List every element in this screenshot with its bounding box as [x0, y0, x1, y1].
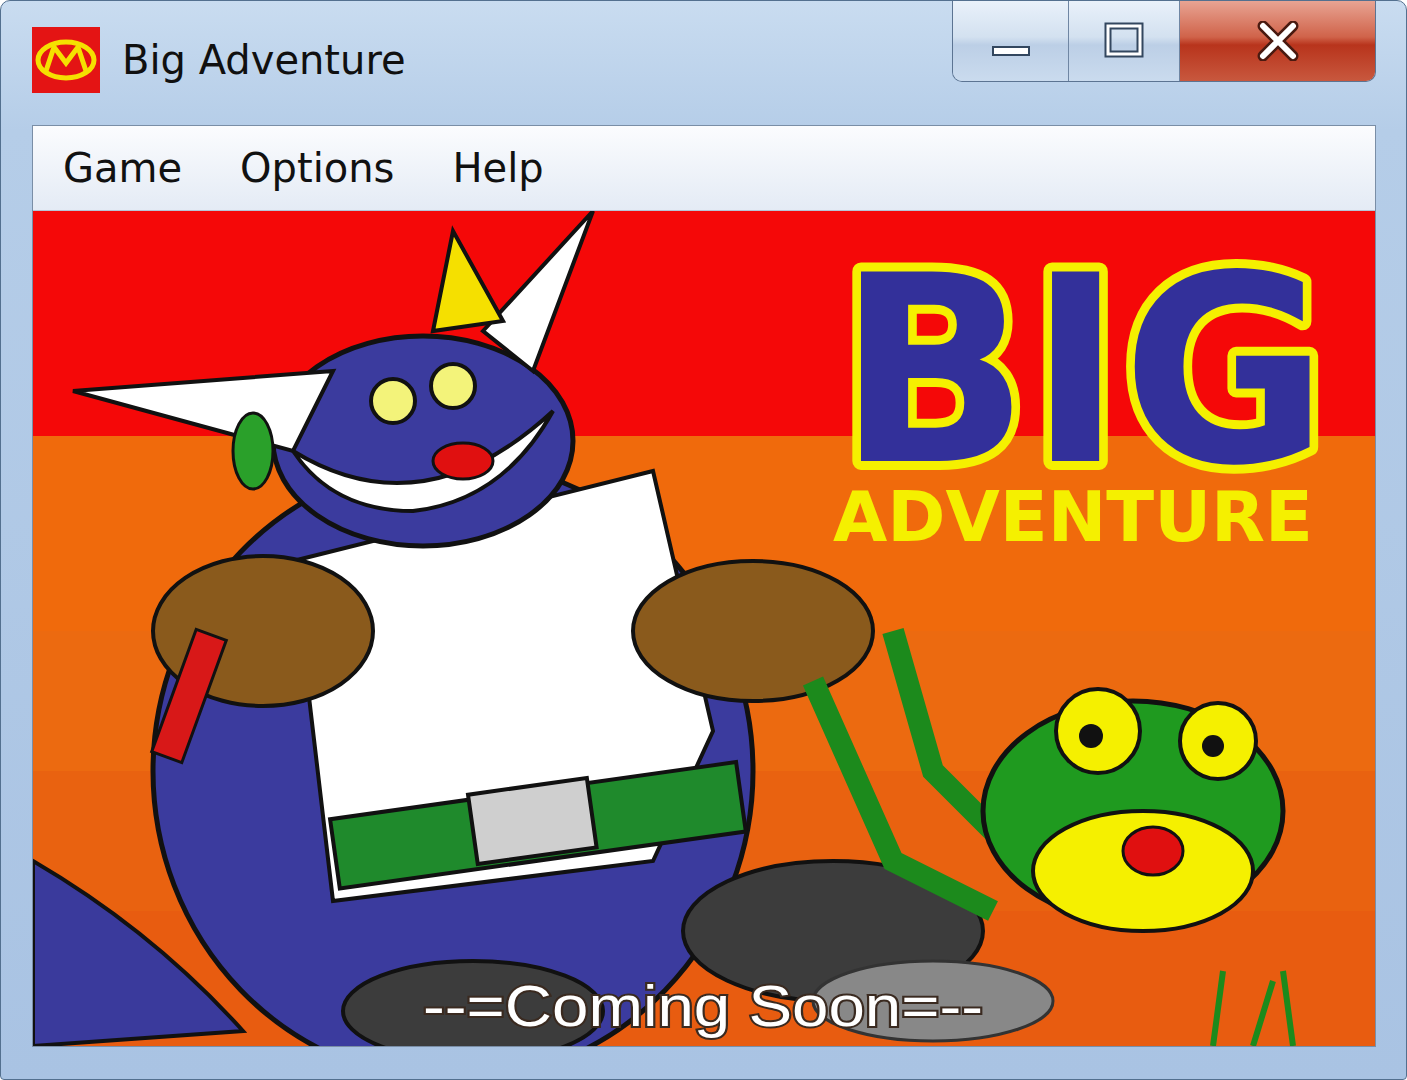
minimize-icon [988, 21, 1034, 61]
title-bar: Big Adventure [32, 1, 1376, 119]
caption-buttons [952, 1, 1376, 82]
game-stage: BIGADVENTURE --=Coming Soon=-- [33, 211, 1375, 1046]
menu-bar: Game Options Help [33, 126, 1375, 211]
window-title: Big Adventure [122, 37, 406, 83]
coming-soon-caption: --=Coming Soon=-- [423, 973, 983, 1038]
menu-item[interactable]: Game [63, 145, 182, 191]
menu-item[interactable]: Options [240, 145, 394, 191]
splash-screen: BIGADVENTURE --=Coming Soon=-- [33, 211, 1375, 1046]
close-icon [1255, 21, 1301, 61]
game-logo: BIGADVENTURE [833, 220, 1328, 558]
svg-text:ADVENTURE: ADVENTURE [833, 476, 1313, 558]
client-area: Game Options Help BIGADVENTURE --=Coming Soo… [32, 125, 1376, 1047]
maximize-button[interactable] [1068, 1, 1179, 81]
maximize-icon [1101, 21, 1147, 61]
minimize-button[interactable] [953, 1, 1068, 81]
close-button[interactable] [1179, 1, 1375, 81]
menu-item[interactable]: Help [452, 145, 543, 191]
app-logo-icon [32, 27, 100, 93]
app-window: Big Adventure Game Options Help BIGADVENTURE… [0, 0, 1407, 1080]
